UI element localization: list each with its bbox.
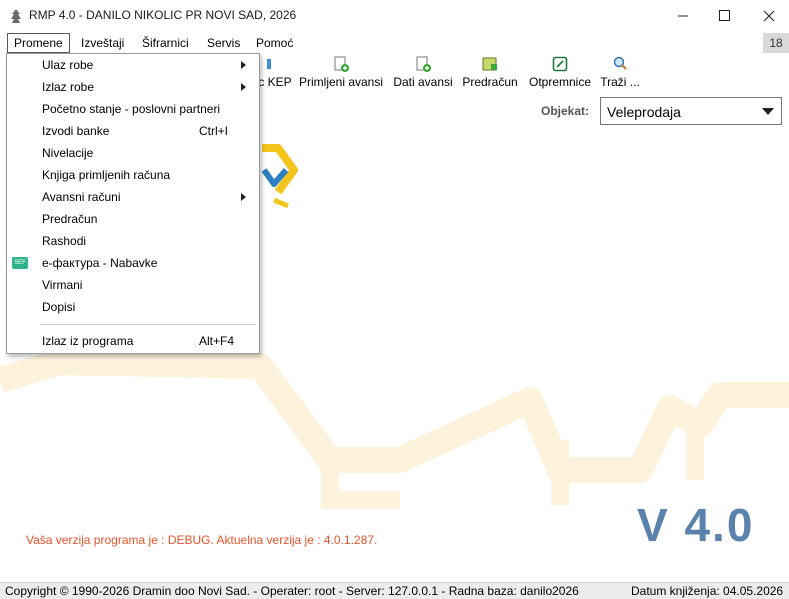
toolbar-dati-avansi-button[interactable]: Dati avansi	[393, 56, 453, 92]
close-icon	[763, 10, 775, 21]
menu-bar: Promene Izveštaji Šifrarnici Servis Pomo…	[0, 32, 789, 54]
menu-item-predracun[interactable]: Predračun	[7, 208, 259, 230]
chevron-down-icon	[762, 108, 774, 115]
menu-item-pocetno-stanje[interactable]: Početno stanje - poslovni partneri	[7, 98, 259, 120]
menu-item-label: Predračun	[42, 212, 98, 226]
menu-pomoc[interactable]: Pomoć	[249, 33, 300, 53]
menu-item-label: е-фактура - Nabavke	[42, 256, 158, 270]
status-copyright: Copyright © 1990-2026 Dramin doo Novi Sa…	[5, 584, 579, 598]
toolbar-primljeni-avansi-label: Primljeni avansi	[298, 75, 384, 89]
toolbar-predracun-button[interactable]: Predračun	[461, 56, 519, 92]
toolbar-dati-avansi-label: Dati avansi	[393, 75, 453, 89]
version-number: V 4.0	[637, 499, 755, 551]
menu-item-label: Početno stanje - poslovni partneri	[42, 102, 221, 116]
menu-servis[interactable]: Servis	[200, 33, 247, 53]
menu-sifrarnici[interactable]: Šifrarnici	[135, 33, 196, 53]
menu-item-rashodi[interactable]: Rashodi	[7, 230, 259, 252]
object-select-value: Veleprodaja	[607, 104, 681, 120]
object-select[interactable]: Veleprodaja	[600, 97, 782, 125]
menu-item-izlaz-iz-programa[interactable]: Izlaz iz programa Alt+F4	[7, 330, 259, 352]
app-icon	[11, 9, 21, 23]
counter-badge: 18	[763, 33, 789, 53]
menu-item-virmani[interactable]: Virmani	[7, 274, 259, 296]
menu-item-label: Virmani	[42, 278, 83, 292]
toolbar-kep-label: c KEP	[258, 75, 292, 89]
menu-item-izvodi-banke[interactable]: Izvodi banke Ctrl+I	[7, 120, 259, 142]
submenu-arrow-icon	[241, 193, 246, 201]
invoice-icon	[482, 57, 497, 71]
menu-item-label: Avansni računi	[42, 190, 121, 204]
menu-item-e-faktura-nabavke[interactable]: SEF е-фактура - Nabavke	[7, 252, 259, 274]
toolbar-trazi-button[interactable]: Traži ...	[600, 56, 640, 92]
maximize-button[interactable]	[701, 0, 747, 31]
e-invoice-icon: SEF	[12, 257, 28, 269]
menu-item-label: Dopisi	[42, 300, 76, 314]
title-bar: RMP 4.0 - DANILO NIKOLIC PR NOVI SAD, 20…	[0, 0, 789, 32]
menu-item-knjiga-primljenih-racuna[interactable]: Knjiga primljenih računa	[7, 164, 259, 186]
menu-item-nivelacije[interactable]: Nivelacije	[7, 142, 259, 164]
minimize-icon	[677, 15, 688, 17]
menu-item-label: Rashodi	[42, 234, 87, 248]
kep-icon	[267, 59, 271, 69]
toolbar-otpremnice-button[interactable]: Otpremnice	[527, 56, 593, 92]
menu-item-label: Nivelacije	[42, 146, 94, 160]
toolbar-primljeni-avansi-button[interactable]: Primljeni avansi	[298, 56, 384, 92]
delivery-note-icon	[552, 56, 568, 72]
maximize-icon	[718, 10, 730, 21]
status-posting-date: Datum knjiženja: 04.05.2026	[631, 584, 784, 598]
document-add-icon	[416, 56, 431, 72]
menu-separator	[40, 324, 256, 325]
menu-item-shortcut: Alt+F4	[199, 334, 235, 348]
status-bar: Copyright © 1990-2026 Dramin doo Novi Sa…	[0, 582, 789, 599]
submenu-arrow-icon	[241, 83, 246, 91]
menu-item-label: Izlaz iz programa	[42, 334, 134, 348]
menu-item-dopisi[interactable]: Dopisi	[7, 296, 259, 318]
toolbar-predracun-label: Predračun	[462, 75, 518, 89]
menu-item-avansni-racuni[interactable]: Avansni računi	[7, 186, 259, 208]
promene-dropdown-menu: Ulaz robe Izlaz robe Početno stanje - po…	[6, 53, 260, 354]
toolbar-otpremnice-label: Otpremnice	[528, 75, 592, 89]
menu-izvestaji[interactable]: Izveštaji	[74, 33, 131, 53]
close-button[interactable]	[746, 0, 789, 31]
version-note: Vaša verzija programa je : DEBUG. Aktuel…	[26, 533, 378, 547]
menu-item-shortcut: Ctrl+I	[199, 124, 229, 138]
search-icon	[613, 56, 627, 70]
submenu-arrow-icon	[241, 61, 246, 69]
menu-item-ulaz-robe[interactable]: Ulaz robe	[7, 54, 259, 76]
menu-item-label: Izlaz robe	[42, 80, 95, 94]
window-title: RMP 4.0 - DANILO NIKOLIC PR NOVI SAD, 20…	[29, 8, 297, 22]
document-add-icon	[334, 56, 349, 72]
menu-item-label: Ulaz robe	[42, 58, 94, 72]
menu-promene[interactable]: Promene	[7, 33, 70, 53]
menu-item-label: Knjiga primljenih računa	[42, 168, 171, 182]
object-label: Objekat:	[541, 104, 590, 118]
minimize-button[interactable]	[660, 0, 706, 31]
menu-item-label: Izvodi banke	[42, 124, 110, 138]
toolbar-trazi-label: Traži ...	[600, 75, 640, 89]
menu-item-izlaz-robe[interactable]: Izlaz robe	[7, 76, 259, 98]
toolbar-kep-button[interactable]: c KEP	[258, 56, 292, 92]
